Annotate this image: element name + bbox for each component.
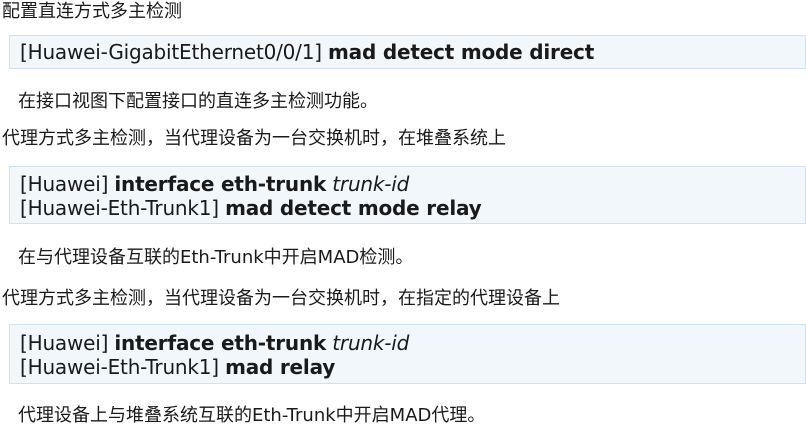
code-command: mad detect mode relay <box>225 196 482 220</box>
code-argument: trunk-id <box>332 331 410 355</box>
code-prompt: [Huawei] <box>20 331 109 355</box>
code-prompt: [Huawei-Eth-Trunk1] <box>20 196 219 220</box>
code-command: mad detect mode direct <box>328 40 595 64</box>
code-command: interface eth-trunk <box>114 172 327 196</box>
code-prompt: [Huawei-Eth-Trunk1] <box>20 355 219 379</box>
section-heading-relay-agent: 代理方式多主检测，当代理设备为一台交换机时，在指定的代理设备上 <box>2 288 560 309</box>
code-block-relay-agent: [Huawei] interface eth-trunk trunk-id [H… <box>9 324 806 384</box>
code-block-relay-stack: [Huawei] interface eth-trunk trunk-id [H… <box>9 166 806 224</box>
code-line: [Huawei-Eth-Trunk1] mad detect mode rela… <box>20 196 795 220</box>
code-command: mad relay <box>225 355 336 379</box>
code-argument: trunk-id <box>332 172 410 196</box>
code-line: [Huawei] interface eth-trunk trunk-id <box>20 331 795 355</box>
code-line: [Huawei-Eth-Trunk1] mad relay <box>20 355 795 379</box>
code-block-direct-mad: [Huawei-GigabitEthernet0/0/1] mad detect… <box>9 35 806 69</box>
section-description-direct-mad: 在接口视图下配置接口的直连多主检测功能。 <box>18 91 378 112</box>
section-heading-direct-mad: 配置直连方式多主检测 <box>2 1 182 22</box>
code-line: [Huawei-GigabitEthernet0/0/1] mad detect… <box>20 40 795 64</box>
code-command: interface eth-trunk <box>114 331 327 355</box>
section-heading-relay-stack: 代理方式多主检测，当代理设备为一台交换机时，在堆叠系统上 <box>2 128 506 149</box>
section-description-relay-stack: 在与代理设备互联的Eth-Trunk中开启MAD检测。 <box>18 247 414 268</box>
code-prompt: [Huawei] <box>20 172 109 196</box>
code-line: [Huawei] interface eth-trunk trunk-id <box>20 172 795 196</box>
section-description-relay-agent: 代理设备上与堆叠系统互联的Eth-Trunk中开启MAD代理。 <box>18 405 486 426</box>
code-prompt: [Huawei-GigabitEthernet0/0/1] <box>20 40 322 64</box>
